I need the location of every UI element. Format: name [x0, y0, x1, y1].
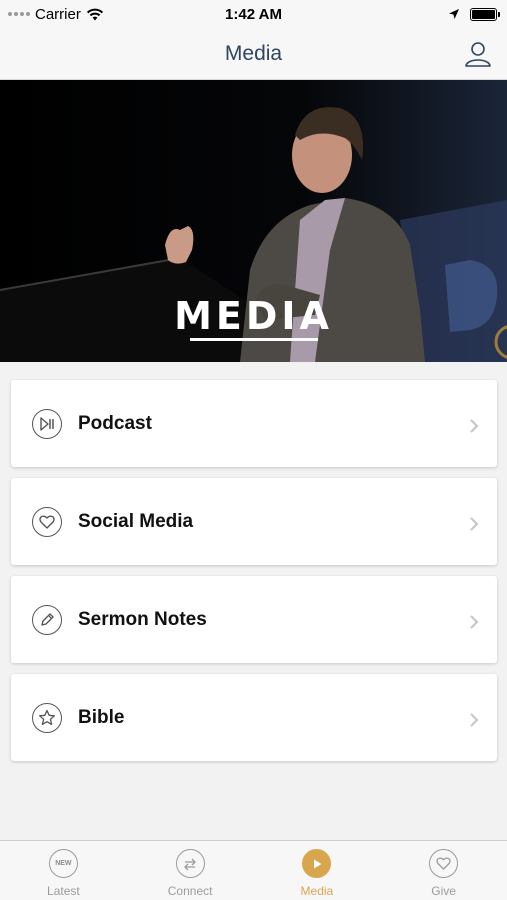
heart-icon: [32, 506, 62, 537]
tab-media[interactable]: Media: [254, 841, 381, 900]
hero-banner: MEDIA: [0, 80, 507, 362]
chevron-right-icon: [470, 419, 479, 433]
menu-item-label: Sermon Notes: [78, 608, 207, 630]
star-icon: [32, 702, 62, 733]
menu-item-social-media[interactable]: Social Media: [11, 478, 497, 565]
play-pause-icon: [32, 408, 62, 439]
profile-button[interactable]: [463, 39, 493, 69]
pencil-icon: [32, 604, 62, 635]
page-title: Media: [224, 41, 283, 65]
status-bar: Carrier 1:42 AM: [0, 0, 507, 28]
tab-connect[interactable]: Connect: [127, 841, 254, 900]
person-icon: [465, 42, 491, 67]
tab-label: Connect: [167, 884, 213, 898]
menu-item-label: Podcast: [78, 412, 152, 434]
battery-icon: [470, 7, 500, 21]
tab-bar: NEW Latest Connect Media Give: [0, 840, 507, 900]
chevron-right-icon: [470, 615, 479, 629]
chevron-right-icon: [470, 713, 479, 727]
menu-item-bible[interactable]: Bible: [11, 674, 497, 761]
play-icon: [302, 849, 332, 878]
exchange-arrows-icon: [175, 849, 205, 878]
new-badge-icon: NEW: [48, 849, 78, 878]
chevron-right-icon: [470, 517, 479, 531]
tab-label: Give: [431, 884, 456, 898]
tab-label: Latest: [47, 884, 80, 898]
menu-item-podcast[interactable]: Podcast: [11, 380, 497, 467]
menu-item-label: Bible: [78, 706, 125, 728]
clock: 1:42 AM: [225, 5, 282, 23]
heart-icon: [429, 849, 459, 878]
hero-underline: [190, 338, 318, 341]
menu-item-label: Social Media: [78, 510, 194, 532]
menu-item-sermon-notes[interactable]: Sermon Notes: [11, 576, 497, 663]
tab-give[interactable]: Give: [380, 841, 507, 900]
tab-latest[interactable]: NEW Latest: [0, 841, 127, 900]
hero-title: MEDIA: [174, 294, 333, 338]
media-menu: Podcast Social Media Sermon Notes Bible: [11, 380, 497, 772]
nav-bar: Media: [0, 28, 507, 80]
tab-label: Media: [300, 884, 334, 898]
